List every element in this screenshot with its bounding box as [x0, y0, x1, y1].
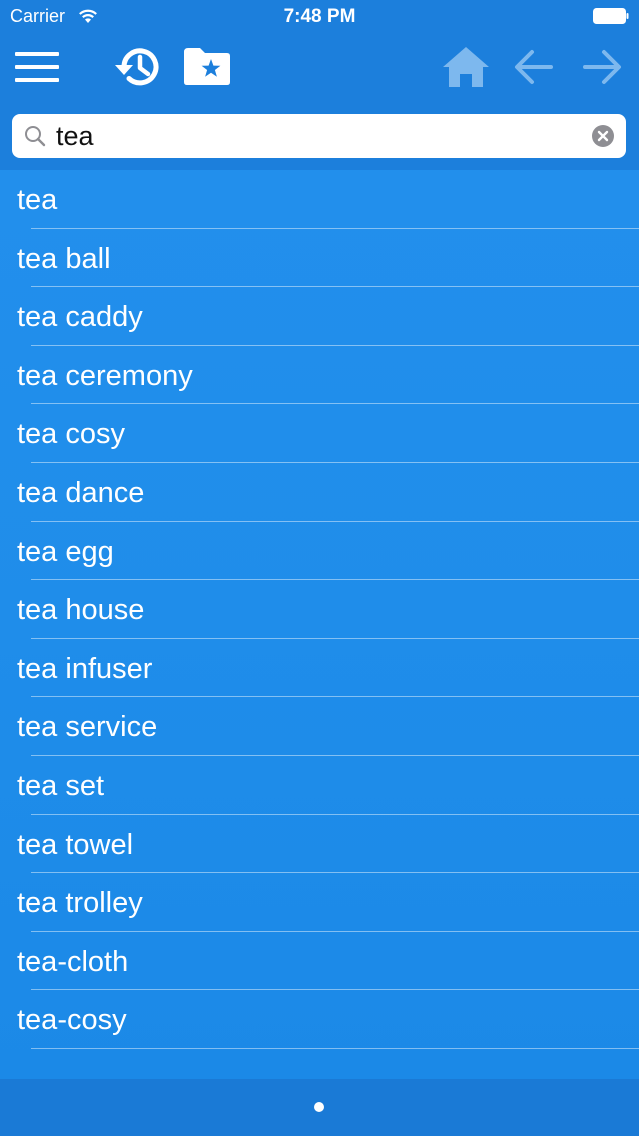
list-item[interactable]: tea cosy: [0, 404, 639, 463]
list-item-label: tea towel: [17, 828, 134, 861]
home-icon[interactable]: [442, 46, 490, 88]
forward-arrow-icon[interactable]: [582, 49, 622, 85]
list-item-label: tea ball: [17, 242, 111, 275]
list-item[interactable]: tea ceremony: [0, 346, 639, 405]
list-item[interactable]: tea infuser: [0, 639, 639, 698]
list-item-label: tea cosy: [17, 418, 125, 451]
list-item[interactable]: tea house: [0, 580, 639, 639]
search-field[interactable]: [12, 114, 626, 158]
list-item-label: tea trolley: [17, 887, 143, 920]
list-item-label: tea caddy: [17, 301, 143, 334]
list-item-label: tea ceremony: [17, 359, 193, 392]
menu-icon[interactable]: [15, 50, 59, 84]
list-item-label: tea egg: [17, 535, 114, 568]
page-indicator-dot[interactable]: [314, 1102, 324, 1112]
clock: 7:48 PM: [283, 6, 356, 27]
bottom-bar: [0, 1079, 639, 1136]
list-item[interactable]: tea service: [0, 697, 639, 756]
search-input[interactable]: [56, 118, 576, 154]
list-item-label: tea house: [17, 594, 145, 627]
list-item[interactable]: tea towel: [0, 815, 639, 874]
list-item[interactable]: tea trolley: [0, 873, 639, 932]
list-item[interactable]: tea egg: [0, 522, 639, 581]
toolbar: [0, 34, 639, 106]
list-item[interactable]: tea set: [0, 756, 639, 815]
divider: [31, 1047, 639, 1049]
search-icon: [25, 126, 46, 147]
list-item[interactable]: tea-cloth: [0, 932, 639, 991]
favorites-folder-icon[interactable]: [182, 46, 232, 86]
list-item[interactable]: tea ball: [0, 229, 639, 288]
list-item[interactable]: tea dance: [0, 463, 639, 522]
list-item-label: tea set: [17, 769, 105, 802]
list-item-label: tea-cloth: [17, 945, 129, 978]
list-item[interactable]: tea caddy: [0, 287, 639, 346]
list-item-label: tea-cosy: [17, 1004, 127, 1037]
results-list: tea tea ball tea caddy tea ceremony tea …: [0, 170, 639, 1079]
history-icon[interactable]: [112, 44, 164, 90]
list-item-label: tea infuser: [17, 652, 153, 685]
search-bar: [0, 106, 639, 170]
list-item-label: tea service: [17, 711, 158, 744]
clear-search-icon[interactable]: [592, 125, 614, 147]
list-item[interactable]: tea-cosy: [0, 990, 639, 1049]
list-item-label: tea: [17, 184, 58, 216]
list-item[interactable]: tea: [0, 170, 639, 229]
status-bar: Carrier 7:48 PM: [0, 0, 639, 34]
list-item-label: tea dance: [17, 476, 145, 509]
back-arrow-icon[interactable]: [514, 49, 554, 85]
battery-icon: [593, 8, 629, 24]
